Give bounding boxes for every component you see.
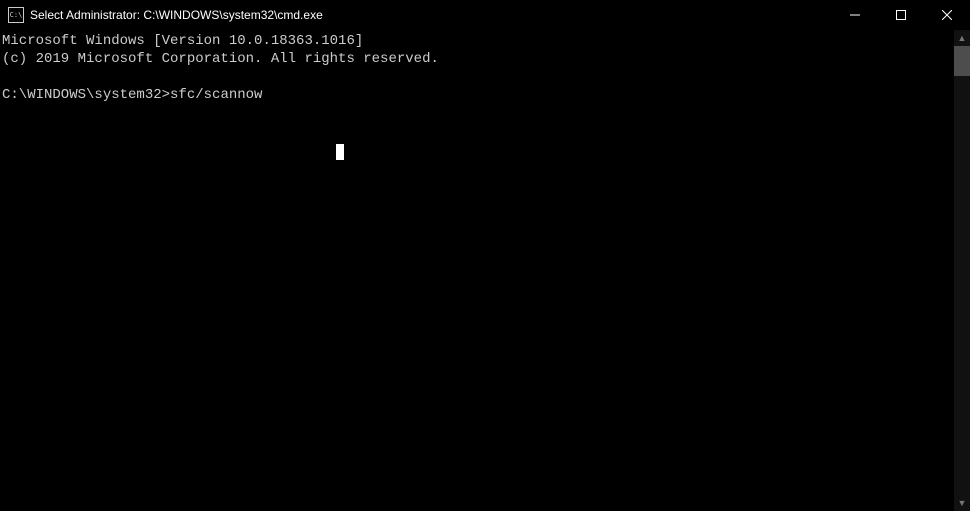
minimize-button[interactable] bbox=[832, 0, 878, 30]
cmd-icon: C:\ bbox=[8, 7, 24, 23]
terminal-line: Microsoft Windows [Version 10.0.18363.10… bbox=[2, 33, 363, 49]
window-title: Select Administrator: C:\WINDOWS\system3… bbox=[30, 8, 832, 22]
titlebar: C:\ Select Administrator: C:\WINDOWS\sys… bbox=[0, 0, 970, 30]
window-controls bbox=[832, 0, 970, 30]
maximize-button[interactable] bbox=[878, 0, 924, 30]
text-cursor bbox=[336, 144, 344, 160]
prompt: C:\WINDOWS\system32> bbox=[2, 87, 170, 103]
scrollbar-thumb[interactable] bbox=[954, 46, 970, 76]
terminal-line: (c) 2019 Microsoft Corporation. All righ… bbox=[2, 51, 439, 67]
scroll-up-icon[interactable]: ▲ bbox=[954, 30, 970, 46]
scrollbar[interactable]: ▲ ▼ bbox=[954, 30, 970, 511]
command-input: sfc/scannow bbox=[170, 87, 262, 103]
scroll-down-icon[interactable]: ▼ bbox=[954, 495, 970, 511]
terminal-output[interactable]: Microsoft Windows [Version 10.0.18363.10… bbox=[0, 30, 954, 511]
close-button[interactable] bbox=[924, 0, 970, 30]
